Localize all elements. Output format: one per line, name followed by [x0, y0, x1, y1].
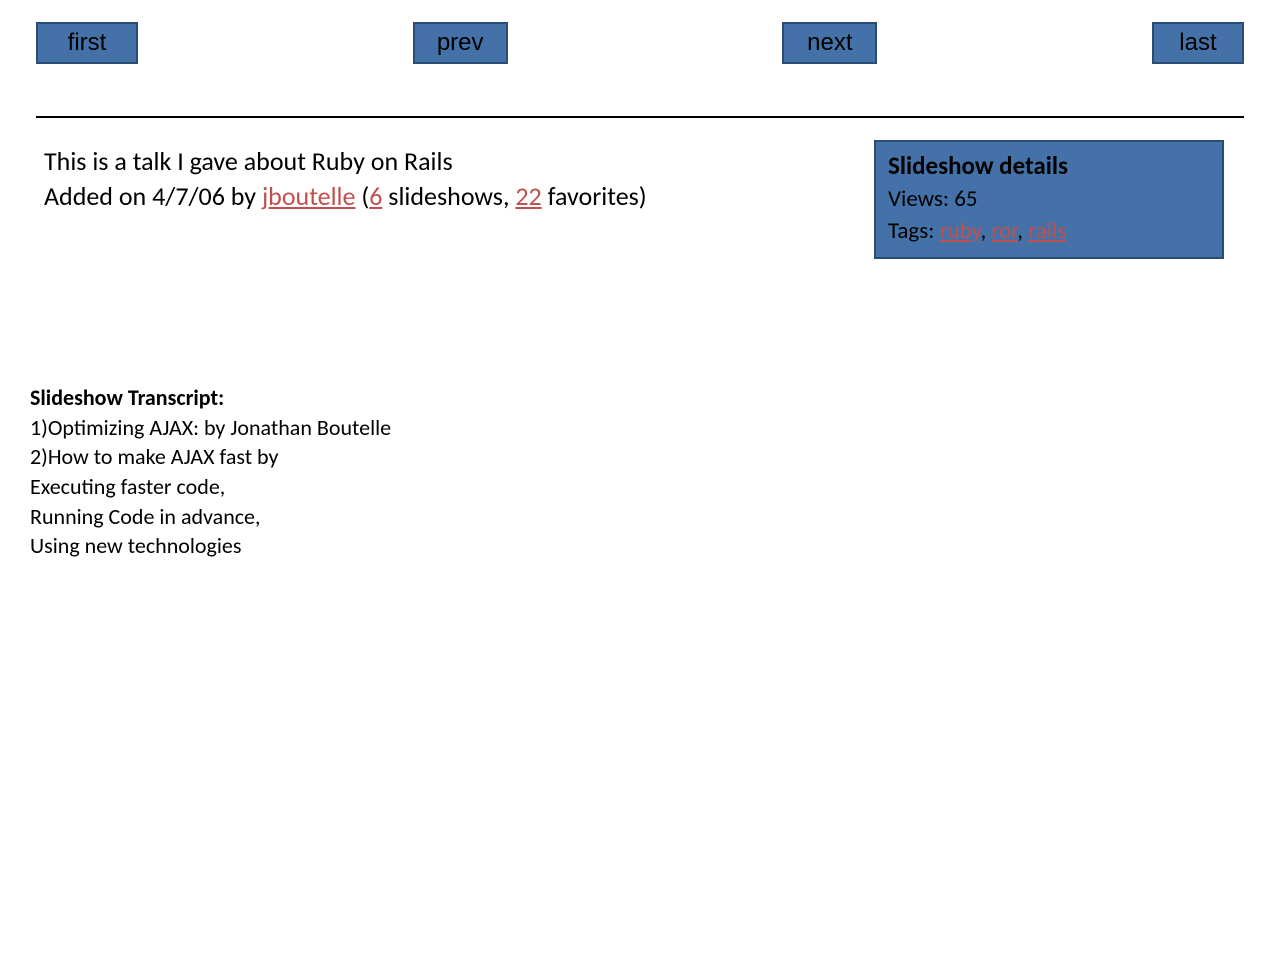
views-label: Views:: [888, 185, 954, 213]
added-prefix: Added on: [44, 180, 152, 212]
details-views-row: Views: 65: [888, 185, 1210, 213]
views-count: 65: [954, 185, 977, 213]
added-date: 4/7/06: [152, 180, 225, 212]
tag-ror[interactable]: ror: [991, 217, 1017, 245]
slideshow-details-box: Slideshow details Views: 65 Tags: ruby, …: [874, 140, 1224, 259]
nav-controls: first prev next last: [0, 0, 1280, 64]
slideshows-count-link[interactable]: 6: [369, 180, 382, 212]
next-button[interactable]: next: [782, 22, 877, 64]
slideshows-text: slideshows,: [382, 180, 515, 212]
transcript-line-2: 2)How to make AJAX fast by: [30, 442, 724, 472]
description-block: This is a talk I gave about Ruby on Rail…: [44, 140, 647, 214]
details-title: Slideshow details: [888, 150, 1210, 181]
favorites-text: favorites): [542, 180, 647, 212]
first-button[interactable]: first: [36, 22, 138, 64]
transcript-line-5: Using new technologies: [30, 531, 724, 561]
transcript-line-1: 1)Optimizing AJAX: by Jonathan Boutelle: [30, 413, 724, 443]
prev-button[interactable]: prev: [413, 22, 508, 64]
description-line1: This is a talk I gave about Ruby on Rail…: [44, 144, 647, 179]
tags-label: Tags:: [888, 217, 940, 245]
description-line2: Added on 4/7/06 by jboutelle (6 slidesho…: [44, 179, 647, 214]
tag-sep-2: ,: [1017, 217, 1028, 245]
details-tags-row: Tags: ruby, ror, rails: [888, 217, 1210, 245]
transcript-block: Slideshow Transcript: 1)Optimizing AJAX:…: [0, 383, 760, 561]
transcript-title: Slideshow Transcript:: [30, 383, 724, 413]
user-link[interactable]: jboutelle: [262, 180, 356, 212]
transcript-line-4: Running Code in advance,: [30, 502, 724, 532]
open-paren: (: [355, 180, 369, 212]
by-text: by: [225, 180, 262, 212]
last-button[interactable]: last: [1152, 22, 1244, 64]
transcript-line-3: Executing faster code,: [30, 472, 724, 502]
content-area: This is a talk I gave about Ruby on Rail…: [0, 118, 1280, 259]
favorites-count-link[interactable]: 22: [515, 180, 541, 212]
tag-rails[interactable]: rails: [1028, 217, 1066, 245]
tag-ruby[interactable]: ruby: [940, 217, 981, 245]
tag-sep-1: ,: [980, 217, 991, 245]
